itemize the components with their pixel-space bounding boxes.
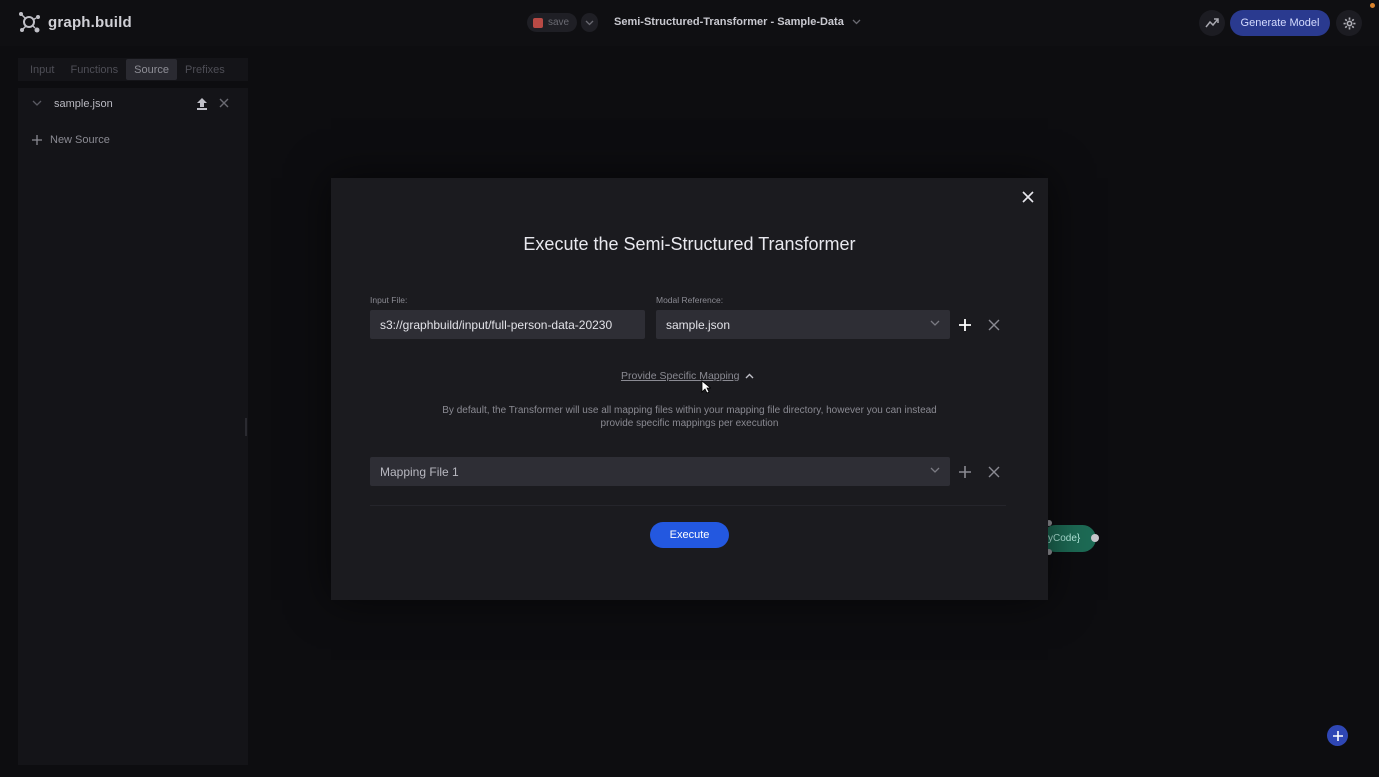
remove-mapping-icon[interactable] bbox=[988, 466, 1000, 478]
plus-icon bbox=[1332, 730, 1343, 741]
source-file-name: sample.json bbox=[54, 98, 113, 110]
logo-text: graph.build bbox=[48, 13, 132, 31]
save-dropdown-button[interactable] bbox=[581, 13, 599, 32]
add-node-button[interactable] bbox=[1327, 725, 1348, 746]
new-source-label: New Source bbox=[50, 134, 110, 146]
mouse-cursor-icon bbox=[701, 380, 711, 394]
close-icon[interactable] bbox=[218, 97, 230, 109]
graph-node-label: yCode} bbox=[1048, 533, 1081, 544]
plus-icon bbox=[32, 135, 42, 145]
input-file-label: Input File: bbox=[370, 295, 408, 305]
source-item[interactable]: sample.json bbox=[18, 92, 248, 118]
chevron-down-icon bbox=[585, 20, 594, 25]
save-icon bbox=[533, 17, 543, 28]
panel-resize-handle[interactable] bbox=[245, 418, 247, 436]
execute-button[interactable]: Execute bbox=[650, 522, 729, 548]
project-selector[interactable]: Semi-Structured-Transformer - Sample-Dat… bbox=[614, 16, 861, 28]
tab-prefixes[interactable]: Prefixes bbox=[177, 59, 233, 80]
trend-icon bbox=[1205, 18, 1219, 28]
modal-reference-value: sample.json bbox=[666, 317, 731, 332]
modal-reference-select[interactable]: sample.json bbox=[656, 310, 950, 339]
remove-reference-icon[interactable] bbox=[988, 319, 1000, 331]
top-bar: graph.build save Semi-Structured-Transfo… bbox=[0, 0, 1379, 46]
notification-dot bbox=[1370, 3, 1375, 8]
upload-icon[interactable] bbox=[195, 97, 209, 111]
save-label: save bbox=[548, 17, 570, 28]
graph-node[interactable]: yCode} bbox=[1042, 525, 1096, 552]
new-source-button[interactable]: New Source bbox=[32, 134, 110, 146]
save-group: save bbox=[527, 13, 599, 32]
sidebar-panel: sample.json New Source bbox=[18, 88, 248, 765]
graph-logo-icon bbox=[19, 12, 40, 33]
modal-reference-label: Modal Reference: bbox=[656, 295, 724, 305]
divider bbox=[370, 505, 1006, 506]
node-port[interactable] bbox=[1091, 534, 1099, 542]
settings-button[interactable] bbox=[1336, 10, 1362, 36]
add-mapping-icon[interactable] bbox=[958, 465, 972, 479]
add-reference-icon[interactable] bbox=[958, 318, 972, 332]
gear-icon bbox=[1343, 17, 1355, 29]
tab-functions[interactable]: Functions bbox=[62, 59, 126, 80]
tab-input[interactable]: Input bbox=[22, 59, 62, 80]
save-button[interactable]: save bbox=[527, 13, 578, 32]
input-file-field[interactable]: s3://graphbuild/input/full-person-data-2… bbox=[370, 310, 645, 339]
project-title: Semi-Structured-Transformer - Sample-Dat… bbox=[614, 16, 844, 28]
sidebar-tabs: Input Functions Source Prefixes bbox=[18, 58, 248, 81]
mapping-description: By default, the Transformer will use all… bbox=[442, 405, 937, 429]
execute-modal: Execute the Semi-Structured Transformer … bbox=[331, 178, 1048, 600]
analytics-button[interactable] bbox=[1199, 10, 1225, 36]
tab-source[interactable]: Source bbox=[126, 59, 178, 80]
generate-model-button[interactable]: Generate Model bbox=[1230, 10, 1330, 36]
mapping-file-value: Mapping File 1 bbox=[380, 464, 459, 479]
chevron-down-icon bbox=[930, 467, 940, 473]
provide-mapping-label: Provide Specific Mapping bbox=[621, 370, 740, 382]
chevron-down-icon[interactable] bbox=[32, 99, 42, 107]
logo[interactable]: graph.build bbox=[16, 9, 132, 35]
close-icon[interactable] bbox=[1021, 190, 1035, 204]
chevron-down-icon bbox=[930, 320, 940, 326]
mapping-file-select[interactable]: Mapping File 1 bbox=[370, 457, 950, 486]
modal-title: Execute the Semi-Structured Transformer bbox=[523, 234, 856, 254]
provide-mapping-toggle[interactable]: Provide Specific Mapping bbox=[621, 370, 754, 382]
chevron-down-icon bbox=[852, 19, 861, 25]
chevron-up-icon bbox=[745, 373, 754, 379]
